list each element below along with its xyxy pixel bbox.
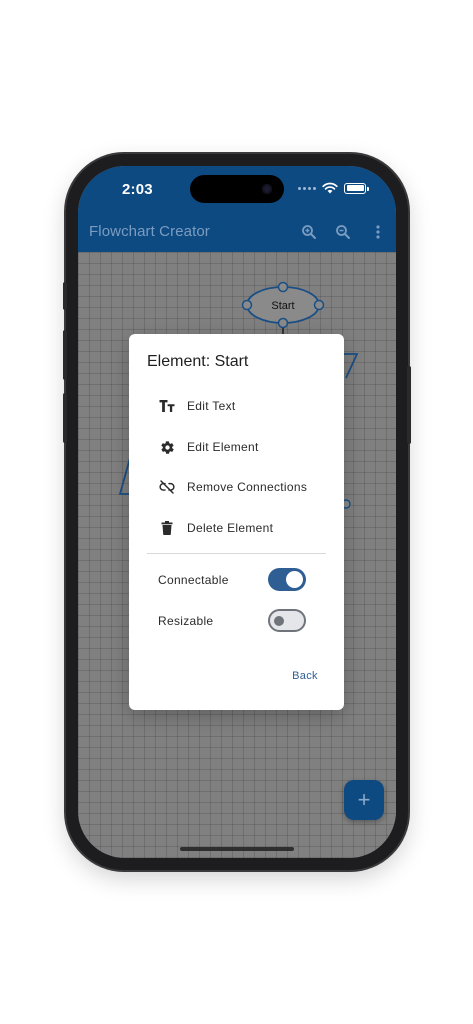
menu-item-label: Edit Text (187, 399, 236, 413)
switch-knob (286, 571, 303, 588)
gear-icon (159, 439, 175, 455)
volume-down-button (63, 393, 67, 443)
toggle-row-resizable: Resizable (129, 605, 344, 637)
toggle-label: Resizable (158, 614, 214, 628)
plus-icon: + (357, 787, 371, 812)
add-element-button[interactable]: + (344, 780, 384, 820)
connector-right[interactable] (313, 299, 325, 311)
trash-icon (159, 520, 175, 536)
divider (147, 553, 326, 554)
status-icons (298, 182, 369, 194)
element-options-dialog: Element: Start Edit Text Edit Element Re… (129, 334, 344, 710)
app-title: Flowchart Creator (89, 223, 210, 240)
battery-icon (344, 182, 369, 194)
start-node-label: Start (271, 300, 294, 312)
menu-item-delete-element[interactable]: Delete Element (129, 508, 344, 548)
signal-icon (298, 186, 316, 190)
connector-bottom[interactable] (277, 317, 289, 329)
menu-item-label: Remove Connections (187, 480, 308, 494)
resizable-switch[interactable] (268, 609, 306, 632)
zoom-in-icon[interactable] (298, 221, 320, 243)
more-vert-icon[interactable] (367, 221, 389, 243)
volume-up-button (63, 330, 67, 380)
toggle-row-connectable: Connectable (129, 564, 344, 596)
dialog-title: Element: Start (147, 353, 249, 370)
connector-top[interactable] (277, 281, 289, 293)
menu-item-edit-text[interactable]: Edit Text (129, 386, 344, 426)
camera-icon (262, 184, 272, 194)
menu-item-label: Delete Element (187, 521, 274, 535)
power-button (407, 366, 411, 444)
connector-left[interactable] (241, 299, 253, 311)
toggle-label: Connectable (158, 573, 229, 587)
start-node[interactable]: Start (241, 281, 325, 337)
action-button (63, 282, 67, 310)
menu-item-label: Edit Element (187, 440, 259, 454)
home-indicator[interactable] (180, 847, 294, 851)
link-off-icon (159, 479, 175, 495)
menu-item-remove-connections[interactable]: Remove Connections (129, 467, 344, 507)
search-icon[interactable] (332, 221, 354, 243)
connectable-switch[interactable] (268, 568, 306, 591)
app-bar: 2:03 Flowchart Creator (78, 166, 396, 252)
wifi-icon (322, 182, 338, 194)
text-format-icon (159, 398, 175, 414)
menu-item-edit-element[interactable]: Edit Element (129, 427, 344, 467)
status-time: 2:03 (122, 181, 153, 198)
switch-knob (274, 616, 284, 626)
back-button[interactable]: Back (283, 664, 327, 688)
